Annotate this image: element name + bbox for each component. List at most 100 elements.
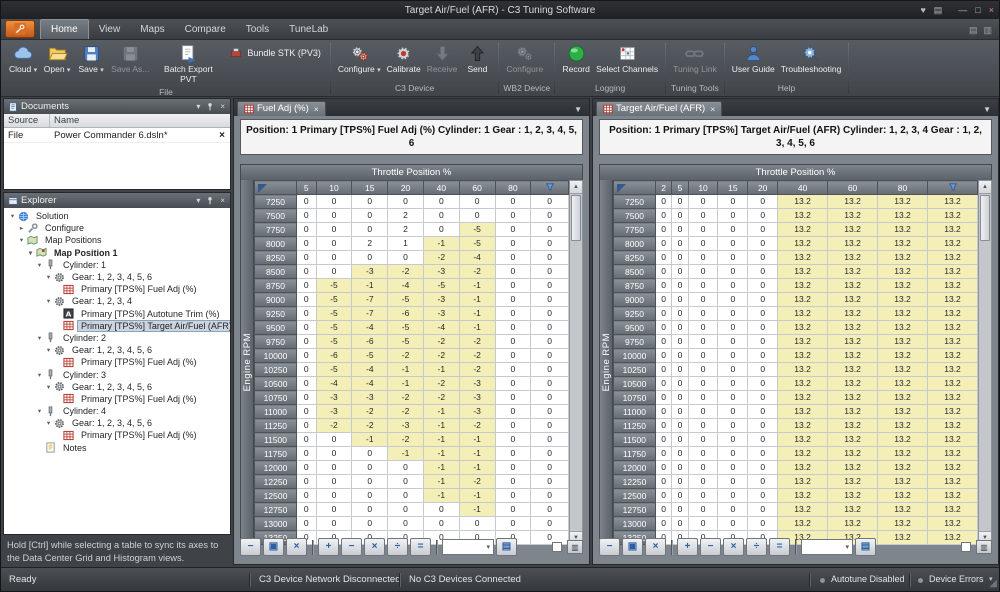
grid-cell[interactable]: 0	[495, 321, 531, 335]
grid-cell[interactable]: -2	[388, 405, 424, 419]
grid-cell[interactable]: -3	[423, 307, 459, 321]
grid-cell[interactable]: 13.2	[928, 517, 978, 531]
row-header[interactable]: 10250	[614, 363, 656, 377]
grid-cell[interactable]: 13.2	[778, 307, 828, 321]
tree-expander-icon[interactable]: ▸	[17, 224, 26, 232]
ribbon-button-cloud[interactable]: Cloud ▾	[6, 41, 40, 75]
ribbon-button-open[interactable]: Open ▾	[40, 41, 74, 75]
grid-cell[interactable]: 0	[388, 251, 424, 265]
grid-cell[interactable]: 0	[352, 447, 388, 461]
row-header[interactable]: 11250	[255, 419, 297, 433]
grid-cell[interactable]: -2	[459, 419, 495, 433]
grid-cell[interactable]: -5	[316, 363, 352, 377]
grid-cell[interactable]: 13.2	[828, 489, 878, 503]
grid-cell[interactable]: 13.2	[928, 251, 978, 265]
grid-cell[interactable]: 13.2	[828, 237, 878, 251]
grid-cell[interactable]: -1	[459, 321, 495, 335]
grid-cell[interactable]: -6	[352, 335, 388, 349]
grid-tool-clear-button[interactable]: ×	[286, 538, 307, 556]
grid-cell[interactable]: 0	[672, 377, 688, 391]
grid-cell[interactable]: -7	[352, 293, 388, 307]
grid-cell[interactable]: 13.2	[828, 391, 878, 405]
grid-cell[interactable]: 0	[718, 363, 748, 377]
grid-cell[interactable]: -1	[423, 489, 459, 503]
grid-cell[interactable]: 13.2	[778, 251, 828, 265]
grid-cell[interactable]: 13.2	[928, 489, 978, 503]
grid-tool-minus-button[interactable]: −	[240, 538, 261, 556]
grid-cell[interactable]: 0	[748, 265, 778, 279]
grid-cell[interactable]: 0	[672, 265, 688, 279]
grid-tool-minus-button[interactable]: −	[341, 538, 362, 556]
grid-cell[interactable]: 0	[672, 195, 688, 209]
grid-cell[interactable]: 13.2	[778, 293, 828, 307]
grid-cell[interactable]: -3	[459, 377, 495, 391]
grid-cell[interactable]: 0	[688, 349, 718, 363]
grid-cell[interactable]: 13.2	[778, 321, 828, 335]
grid-cell[interactable]: 0	[718, 447, 748, 461]
grid-cell[interactable]: 13.2	[828, 293, 878, 307]
menu-tab-home[interactable]: Home	[40, 19, 89, 39]
grid-cell[interactable]: 0	[656, 461, 672, 475]
grid-cell[interactable]: 13.2	[878, 433, 928, 447]
grid-cell[interactable]: 13.2	[828, 307, 878, 321]
grid-cell[interactable]: 13.2	[778, 419, 828, 433]
grid-option-checkbox[interactable]	[552, 542, 562, 552]
grid-corner[interactable]	[614, 181, 656, 195]
grid-cell[interactable]: 13.2	[928, 377, 978, 391]
grid-cell[interactable]: 13.2	[928, 503, 978, 517]
grid-cell[interactable]: -1	[459, 433, 495, 447]
grid-cell[interactable]: 13.2	[778, 349, 828, 363]
grid-cell[interactable]: 0	[748, 307, 778, 321]
grid-cell[interactable]: -2	[459, 349, 495, 363]
grid-cell[interactable]: 0	[531, 307, 569, 321]
grid-cell[interactable]: 2	[388, 223, 424, 237]
grid-cell[interactable]: 0	[297, 223, 317, 237]
grid-cell[interactable]: 0	[531, 475, 569, 489]
grid-cell[interactable]: 0	[688, 405, 718, 419]
grid-cell[interactable]: 13.2	[878, 307, 928, 321]
grid-cell[interactable]: 0	[531, 321, 569, 335]
grid-cell[interactable]: -6	[388, 307, 424, 321]
row-header[interactable]: 9250	[614, 307, 656, 321]
grid-cell[interactable]: 0	[316, 265, 352, 279]
grid-cell[interactable]: 0	[688, 517, 718, 531]
grid-cell[interactable]: 0	[718, 335, 748, 349]
grid-cell[interactable]: 13.2	[878, 195, 928, 209]
minimize-button[interactable]: —	[958, 6, 967, 15]
grid-cell[interactable]: -2	[459, 335, 495, 349]
grid-cell[interactable]: 0	[531, 447, 569, 461]
grid-cell[interactable]: 0	[495, 209, 531, 223]
grid-cell[interactable]: 0	[531, 209, 569, 223]
grid-cell[interactable]: -5	[316, 279, 352, 293]
grid-cell[interactable]: 13.2	[828, 209, 878, 223]
grid-tool-minus-button[interactable]: −	[700, 538, 721, 556]
grid-cell[interactable]: -5	[388, 293, 424, 307]
grid-cell[interactable]: 0	[352, 223, 388, 237]
grid-cell[interactable]: 13.2	[878, 377, 928, 391]
grid-cell[interactable]: -2	[388, 349, 424, 363]
grid-cell[interactable]: 0	[748, 251, 778, 265]
row-header[interactable]: 9500	[614, 321, 656, 335]
grid-cell[interactable]: -2	[423, 391, 459, 405]
status-autotune[interactable]: Autotune Disabled	[831, 574, 905, 584]
row-header[interactable]: 11500	[255, 433, 297, 447]
row-header[interactable]: 7250	[255, 195, 297, 209]
grid-cell[interactable]: -4	[352, 363, 388, 377]
scroll-thumb[interactable]	[571, 195, 581, 241]
grid-cell[interactable]: 0	[688, 265, 718, 279]
grid-cell[interactable]: 0	[531, 377, 569, 391]
grid-cell[interactable]: 0	[459, 209, 495, 223]
grid-cell[interactable]: 0	[656, 475, 672, 489]
grid-cell[interactable]: 13.2	[778, 237, 828, 251]
grid-cell[interactable]: 13.2	[828, 335, 878, 349]
grid-cell[interactable]: 13.2	[928, 321, 978, 335]
grid-cell[interactable]: 0	[672, 251, 688, 265]
tree-item-map-positions[interactable]: ▾Map Positions	[4, 234, 230, 246]
grid-cell[interactable]: 13.2	[828, 475, 878, 489]
row-header[interactable]: 12750	[255, 503, 297, 517]
grid-cell[interactable]: 0	[316, 447, 352, 461]
grid-cell[interactable]: 0	[672, 517, 688, 531]
menu-tab-tunelab[interactable]: TuneLab	[279, 20, 338, 39]
tab-close-icon[interactable]: ×	[314, 104, 319, 114]
grid-cell[interactable]: 0	[672, 433, 688, 447]
